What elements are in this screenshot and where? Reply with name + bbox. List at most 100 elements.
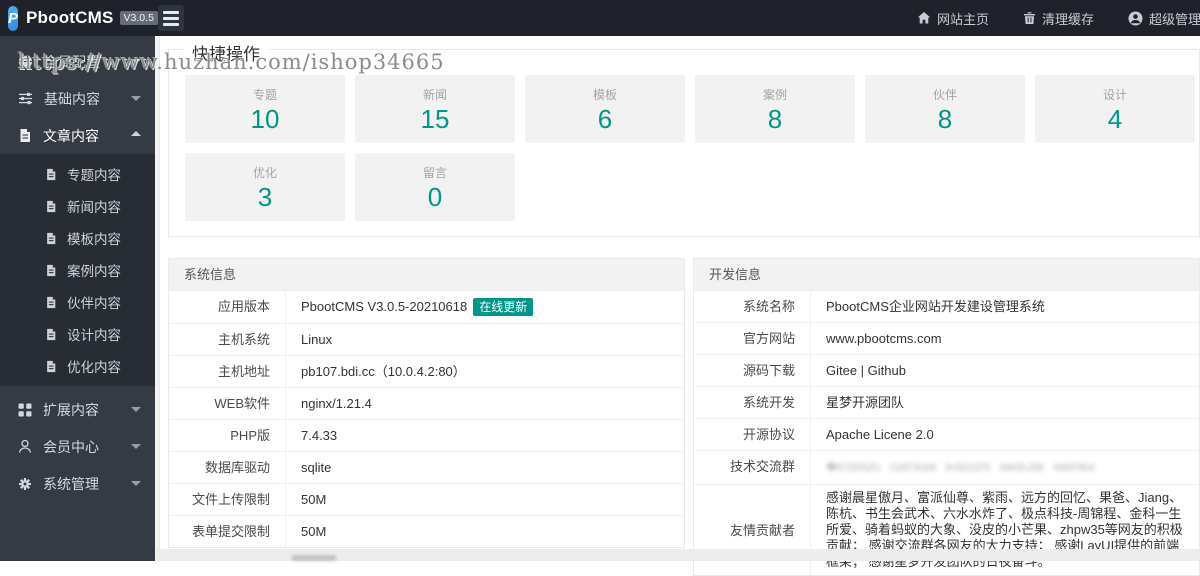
hamburger-menu-icon[interactable] [158,5,184,31]
stat-card-special[interactable]: 专题 10 [185,75,345,143]
sidebar-item-basic-content[interactable]: 基础内容 [0,80,155,117]
table-row: 文件上传限制 50M [169,483,684,515]
table-title: 开发信息 [694,259,1199,290]
row-label: PHP版 [169,420,286,451]
stat-label: 专题 [252,88,277,102]
contributors-text: 感谢晨星傲月、富派仙尊、紫雨、远方的回忆、果爸、Jiang、陈杭、书生会武术、六… [826,490,1183,569]
sidebar-item-label: 系统管理 [43,475,99,492]
blurred-group-number: G2873G08 [889,462,937,474]
sidebar-subitem-partner[interactable]: 伙伴内容 [0,286,155,318]
subitem-label: 专题内容 [67,168,121,183]
sidebar-item-label: 扩展内容 [43,401,99,418]
sidebar-subitem-template[interactable]: 模板内容 [0,222,155,254]
table-row-qq-groups: 技术交流群 �9725052G G2873G08 8×82G375 09435-258… [694,450,1199,484]
row-value: 7.4.33 [301,428,338,443]
sidebar-item-article-content[interactable]: 文章内容 [0,117,155,154]
row-label: 系统名称 [694,291,811,322]
stat-card-design[interactable]: 设计 4 [1035,75,1195,143]
main-content: 快捷操作 专题 10 新闻 15 模板 6 案例 8 伙伴 8 设计 4 优化 … [155,36,1200,576]
row-label: 系统开发 [694,387,811,418]
sidebar-subitem-design[interactable]: 设计内容 [0,318,155,350]
file-icon [45,264,57,277]
table-row: 数据库驱动 sqlite [169,451,684,483]
source-download-links[interactable]: Gitee | Github [811,355,1199,386]
user-circle-icon [1128,11,1143,26]
row-label: 技术交流群 [694,451,811,484]
stat-card-template[interactable]: 模板 6 [525,75,685,143]
stat-card-case[interactable]: 案例 8 [695,75,855,143]
member-icon [18,439,32,454]
sidebar-item-label: 全局配置 [44,53,100,70]
content-scrollbar[interactable] [155,36,160,561]
table-row: 系统名称 PbootCMS企业网站开发建设管理系统 [694,290,1199,322]
chevron-down-icon [131,407,141,412]
file-icon [45,296,57,309]
subitem-label: 伙伴内容 [67,296,121,311]
subitem-label: 设计内容 [67,328,121,343]
stat-card-partner[interactable]: 伙伴 8 [865,75,1025,143]
subitem-label: 新闻内容 [67,200,121,215]
blurred-group-number: 8×82G375 [945,462,991,474]
table-row: PHP版 7.4.33 [169,419,684,451]
sidebar-item-system-manage[interactable]: 系统管理 [0,465,155,502]
stat-value: 8 [767,104,783,134]
row-value: Linux [301,332,333,347]
brand-title: PbootCMS [26,8,114,27]
table-row: 主机系统 Linux [169,323,684,355]
pbootcms-logo-icon: P [8,5,19,31]
sidebar-item-extend-content[interactable]: 扩展内容 [0,391,155,428]
qq-groups-blurred: �9725052G G2873G08 8×82G375 09435-258 436978… [811,451,1199,484]
table-row: 开源协议 Apache Licene 2.0 [694,418,1199,450]
globe-icon [18,54,33,69]
table-title: 系统信息 [169,259,684,290]
subitem-label: 模板内容 [67,232,121,247]
stat-card-optimize[interactable]: 优化 3 [185,153,345,221]
app-version-text: PbootCMS V3.0.5-20210618 [301,299,468,314]
row-label: 开源协议 [694,419,811,450]
stat-label: 伙伴 [932,88,957,102]
table-row: WEB软件 nginx/1.21.4 [169,387,684,419]
row-value: sqlite [301,460,332,475]
blurred-group-number: 43697804 [1052,462,1095,474]
stat-value: 4 [1107,104,1123,134]
clear-cache-link[interactable]: 清理缓存 [1023,9,1094,28]
official-site-link[interactable]: www.pbootcms.com [811,323,1199,354]
clear-cache-label: 清理缓存 [1041,11,1094,27]
subitem-label: 优化内容 [67,360,121,375]
sidebar: 全局配置 基础内容 文章内容 专题内容 新闻内容 模板内容 案例内容 伙伴内容 … [0,36,155,561]
stat-label: 新闻 [422,88,447,102]
row-label: 文件上传限制 [169,484,286,515]
sidebar-subitem-optimize[interactable]: 优化内容 [0,350,155,382]
sidebar-item-label: 会员中心 [43,438,99,455]
sidebar-subitem-case[interactable]: 案例内容 [0,254,155,286]
row-value: PbootCMS企业网站开发建设管理系统 [826,299,1045,314]
stat-label: 留言 [422,166,447,180]
chevron-down-icon [131,481,141,486]
footer-partial-text [292,555,336,561]
dev-info-table: 开发信息 系统名称 PbootCMS企业网站开发建设管理系统 官方网站 www.… [693,258,1200,576]
stat-label: 设计 [1102,88,1127,102]
online-update-button[interactable]: 在线更新 [473,298,534,316]
admin-user-menu[interactable]: 超级管理员 [1128,9,1200,28]
sidebar-subitem-news[interactable]: 新闻内容 [0,190,155,222]
sidebar-item-member-center[interactable]: 会员中心 [0,428,155,465]
table-row: 应用版本 PbootCMS V3.0.5-20210618 在线更新 [169,290,684,323]
stat-value: 6 [597,104,613,134]
row-value: nginx/1.21.4 [301,396,372,411]
row-value: Apache Licene 2.0 [826,427,934,442]
stat-card-message[interactable]: 留言 0 [355,153,515,221]
row-value: PbootCMS V3.0.5-20210618 在线更新 [286,291,684,323]
system-info-table: 系统信息 应用版本 PbootCMS V3.0.5-20210618 在线更新 主… [168,258,685,548]
file-icon [45,328,57,341]
row-label: WEB软件 [169,388,286,419]
row-label: 官方网站 [694,323,811,354]
topbar-links: 网站主页 清理缓存 超级管理员 [917,9,1200,28]
sidebar-subitem-special[interactable]: 专题内容 [0,158,155,190]
sidebar-submenu-article: 专题内容 新闻内容 模板内容 案例内容 伙伴内容 设计内容 优化内容 [0,154,155,386]
file-icon [18,128,32,143]
stat-card-news[interactable]: 新闻 15 [355,75,515,143]
admin-user-label: 超级管理员 [1148,11,1200,27]
file-icon [45,168,57,181]
site-home-link[interactable]: 网站主页 [917,9,989,28]
sidebar-item-global-config[interactable]: 全局配置 [0,43,155,80]
